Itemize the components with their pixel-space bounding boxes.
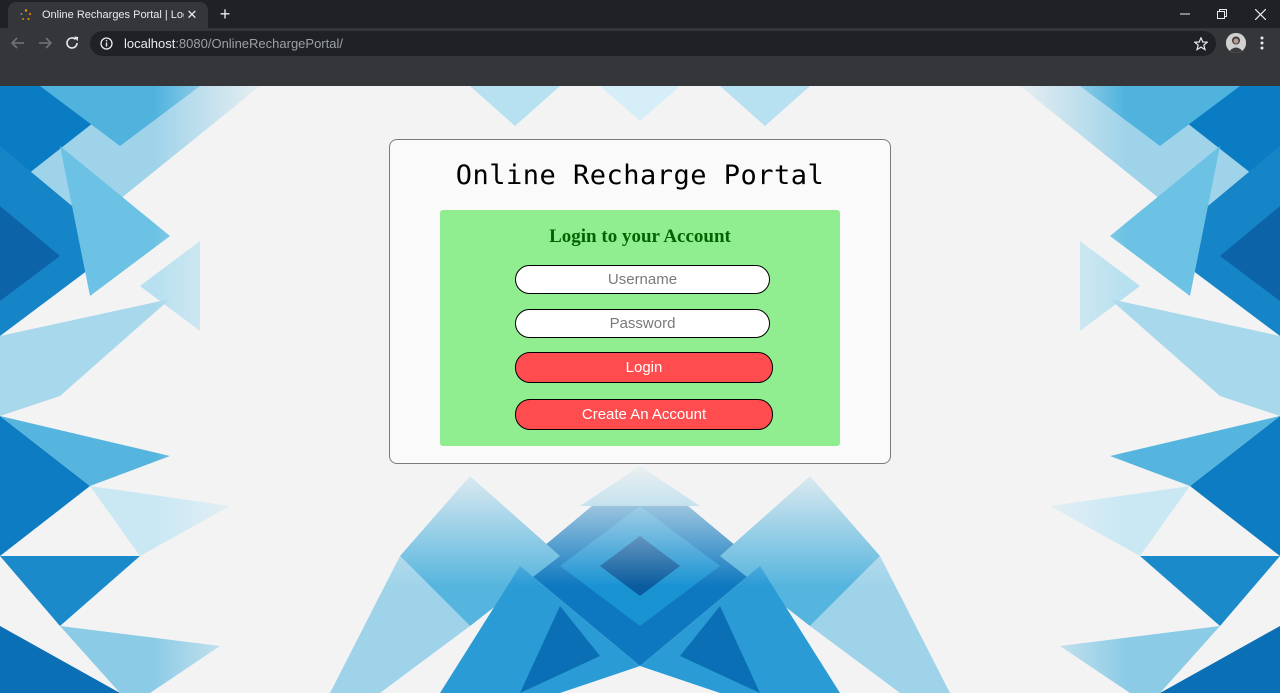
close-window-button[interactable] bbox=[1241, 0, 1279, 28]
close-icon bbox=[1254, 8, 1266, 20]
url-text: localhost:8080/OnlineRechargePortal/ bbox=[124, 36, 343, 51]
right-pattern bbox=[1000, 86, 1280, 693]
reload-icon bbox=[66, 36, 79, 49]
username-input[interactable] bbox=[515, 265, 770, 294]
star-icon[interactable] bbox=[1192, 35, 1210, 53]
url-host: localhost bbox=[124, 36, 176, 51]
left-pattern bbox=[0, 86, 280, 693]
kebab-menu-icon[interactable] bbox=[1252, 31, 1272, 55]
login-heading: Login to your Account bbox=[549, 226, 731, 247]
url-path: :8080/OnlineRechargePortal/ bbox=[175, 36, 343, 51]
forward-arrow-icon bbox=[39, 37, 52, 49]
info-icon[interactable] bbox=[98, 36, 114, 52]
password-input[interactable] bbox=[515, 309, 770, 338]
reload-button[interactable] bbox=[60, 31, 84, 55]
bookmarks-bar bbox=[0, 58, 1280, 86]
address-bar[interactable]: localhost:8080/OnlineRechargePortal/ bbox=[90, 31, 1216, 56]
minimize-icon bbox=[1180, 13, 1190, 15]
browser-toolbar: localhost:8080/OnlineRechargePortal/ bbox=[0, 28, 1280, 58]
login-form-panel: Login to your Account Login Create An Ac… bbox=[440, 210, 840, 446]
bottom-center-pattern bbox=[300, 456, 980, 693]
minimize-button[interactable] bbox=[1166, 0, 1204, 28]
new-tab-button[interactable]: + bbox=[215, 4, 235, 24]
browser-tab[interactable]: Online Recharges Portal | Login ✕ bbox=[8, 2, 208, 28]
tab-title: Online Recharges Portal | Login bbox=[42, 9, 184, 21]
restore-button[interactable] bbox=[1203, 0, 1241, 28]
restore-icon bbox=[1217, 9, 1227, 19]
plus-icon: + bbox=[219, 3, 231, 24]
top-center-pattern bbox=[470, 86, 810, 126]
page-title: Online Recharge Portal bbox=[455, 160, 825, 191]
login-button[interactable]: Login bbox=[515, 352, 773, 383]
loading-spinner-icon bbox=[18, 7, 34, 23]
avatar[interactable] bbox=[1226, 33, 1246, 53]
back-arrow-icon bbox=[11, 37, 24, 49]
browser-tab-strip: Online Recharges Portal | Login ✕ + bbox=[0, 0, 1280, 28]
create-account-button[interactable]: Create An Account bbox=[515, 399, 773, 430]
close-icon[interactable]: ✕ bbox=[184, 7, 200, 23]
login-card: Online Recharge Portal Login to your Acc… bbox=[389, 139, 891, 464]
page-viewport: Online Recharge Portal Login to your Acc… bbox=[0, 86, 1280, 693]
back-button[interactable] bbox=[6, 31, 30, 55]
forward-button[interactable] bbox=[33, 31, 57, 55]
